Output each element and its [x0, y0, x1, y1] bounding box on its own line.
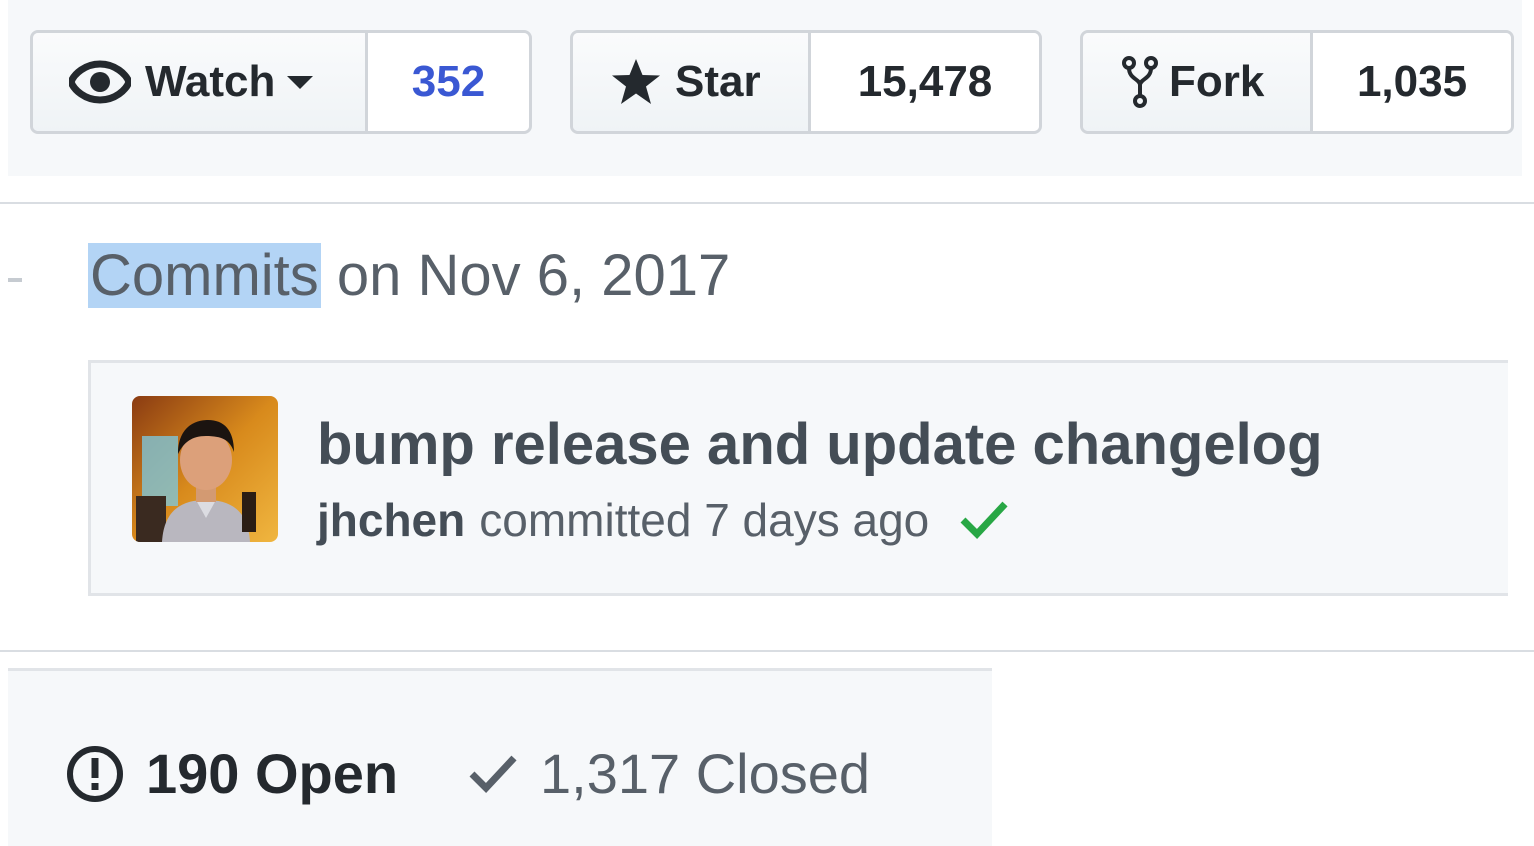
repo-forked-icon [1121, 55, 1159, 109]
commit-list-item: bump release and update changelog jhchen… [88, 360, 1508, 596]
fork-button-group: Fork 1,035 [1080, 30, 1514, 134]
timeline-marker [8, 278, 22, 282]
star-button-group: Star 15,478 [570, 30, 1042, 134]
fork-label: Fork [1169, 57, 1265, 106]
closed-issues-label: 1,317 Closed [540, 742, 871, 805]
star-button[interactable]: Star [573, 33, 811, 131]
commits-date-heading: Commits on Nov 6, 2017 [88, 242, 730, 309]
issue-opened-icon [66, 745, 124, 803]
watch-label: Watch [145, 57, 276, 106]
watch-button-group: Watch 352 [30, 30, 532, 134]
commit-meta: jhchen committed 7 days ago [317, 493, 1009, 547]
fork-count-link[interactable]: 1,035 [1313, 33, 1511, 131]
fork-button[interactable]: Fork [1083, 33, 1313, 131]
section-divider [0, 650, 1534, 652]
commits-heading-date: on Nov 6, 2017 [320, 243, 731, 308]
check-icon [468, 754, 518, 794]
star-label: Star [675, 57, 761, 106]
open-issues-label: 190 Open [146, 742, 399, 805]
commit-author-link[interactable]: jhchen [317, 493, 465, 547]
check-icon[interactable] [959, 500, 1009, 540]
repo-actions-bar: Watch 352 Star 15,478 Fork 1,035 [8, 0, 1522, 176]
commit-title-link[interactable]: bump release and update changelog [317, 411, 1323, 478]
watch-count-link[interactable]: 352 [368, 33, 529, 131]
star-icon [611, 58, 661, 106]
commits-heading-highlight: Commits [88, 243, 321, 308]
commits-section: Commits on Nov 6, 2017 bump release and … [8, 216, 1508, 624]
star-count-link[interactable]: 15,478 [811, 33, 1039, 131]
commit-time: committed 7 days ago [479, 494, 930, 546]
open-issues-link[interactable]: 190 Open [66, 741, 398, 806]
avatar[interactable] [132, 396, 278, 542]
eye-icon [69, 60, 131, 104]
chevron-down-icon [287, 75, 314, 89]
section-divider [0, 202, 1534, 204]
issues-summary: 190 Open 1,317 Closed [8, 668, 992, 846]
closed-issues-link[interactable]: 1,317 Closed [468, 741, 870, 806]
watch-button[interactable]: Watch [33, 33, 368, 131]
